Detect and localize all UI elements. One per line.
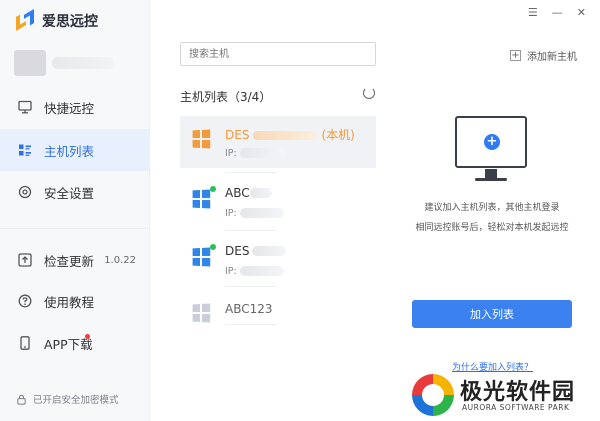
description-line-1: 建议加入主机列表，其他主机登录	[424, 203, 560, 213]
host-item[interactable]: DES IP:	[180, 230, 376, 286]
phone-icon	[20, 336, 30, 350]
sidebar-item-quick-remote[interactable]: 快捷远控	[0, 86, 150, 128]
app-logo: 爱思远控	[16, 9, 98, 32]
sidebar-item-label: 快捷远控	[44, 100, 95, 116]
sidebar-item-label: 检查更新	[44, 253, 95, 269]
host-name-blurred	[250, 188, 272, 198]
lock-icon	[17, 394, 26, 405]
secure-mode-label: 已开启安全加密模式	[33, 395, 119, 406]
host-ip-blurred	[240, 208, 284, 218]
minimize-icon[interactable]: —	[552, 6, 563, 19]
host-ip-label: IP:	[225, 266, 237, 277]
secure-mode-status: 已开启安全加密模式	[16, 392, 119, 406]
online-status-dot	[210, 186, 216, 192]
host-item[interactable]: ABC IP:	[180, 172, 376, 228]
monitor-base	[475, 178, 507, 181]
windows-icon	[192, 247, 211, 267]
user-profile[interactable]	[14, 50, 114, 76]
host-list-title: 主机列表（3/4）	[180, 90, 272, 104]
watermark-cn: 极光软件园	[460, 380, 576, 405]
row-divider	[225, 286, 276, 287]
join-list-button[interactable]: 加入列表	[412, 300, 572, 328]
host-name: ABC	[225, 186, 250, 200]
plus-icon: +	[510, 50, 521, 61]
host-ip-blurred	[240, 266, 284, 276]
online-status-dot	[210, 244, 216, 250]
windows-icon	[192, 189, 211, 209]
aurora-logo-icon	[412, 374, 454, 416]
add-circle-icon: +	[484, 134, 500, 150]
host-item[interactable]: DES (本机) IP:	[180, 116, 376, 168]
refresh-icon[interactable]	[363, 87, 375, 99]
app-title: 爱思远控	[42, 14, 98, 30]
row-divider	[225, 172, 276, 173]
host-ip-blurred	[240, 148, 286, 158]
sidebar-item-app-download[interactable]: APP下载	[0, 322, 150, 364]
sidebar-item-label: 安全设置	[44, 185, 95, 201]
sidebar: 爱思远控 快捷远控 主机列表 安全设置 检查更新 1.0.22 使用教程 APP…	[0, 0, 150, 421]
sidebar-item-check-update[interactable]: 检查更新 1.0.22	[0, 239, 150, 281]
menu-icon[interactable]: ☰	[528, 6, 538, 19]
version-label: 1.0.22	[104, 254, 136, 266]
host-name: ABC123	[225, 302, 273, 316]
sidebar-item-label: 使用教程	[44, 294, 95, 310]
add-new-host-label: 添加新主机	[527, 52, 577, 63]
avatar	[14, 50, 46, 76]
add-new-host-button[interactable]: + 添加新主机	[510, 48, 577, 63]
host-ip-label: IP:	[225, 148, 237, 159]
host-ip-label: IP:	[225, 208, 237, 219]
close-icon[interactable]: ✕	[577, 6, 586, 19]
search-input[interactable]	[180, 42, 376, 66]
app-logo-icon	[16, 9, 36, 31]
host-name-blurred	[252, 246, 286, 256]
settings-icon	[18, 185, 32, 199]
row-divider	[225, 230, 276, 231]
upload-icon	[18, 253, 32, 267]
notification-dot	[85, 334, 90, 339]
monitor-illustration: +	[455, 116, 527, 168]
sidebar-item-label: 主机列表	[44, 143, 95, 159]
help-icon	[18, 294, 32, 308]
sidebar-item-security-settings[interactable]: 安全设置	[0, 171, 150, 213]
sidebar-divider	[0, 228, 150, 229]
host-item[interactable]: ABC123	[180, 286, 376, 342]
sidebar-item-tutorial[interactable]: 使用教程	[0, 280, 150, 322]
windows-icon	[192, 129, 211, 149]
list-icon	[19, 144, 31, 156]
host-name: DES	[225, 244, 250, 258]
watermark: 极光软件园 AURORA SOFTWARE PARK	[412, 370, 600, 421]
windows-icon	[192, 303, 211, 323]
monitor-icon	[18, 100, 32, 114]
description-line-2: 相同远控账号后，轻松对本机发起远控	[415, 223, 569, 233]
window-controls: ☰ — ✕	[528, 6, 586, 19]
watermark-en: AURORA SOFTWARE PARK	[462, 403, 570, 412]
username-blurred	[52, 57, 114, 69]
host-name: DES (本机)	[225, 128, 355, 142]
sidebar-item-host-list[interactable]: 主机列表	[0, 129, 150, 171]
row-divider	[225, 324, 276, 325]
